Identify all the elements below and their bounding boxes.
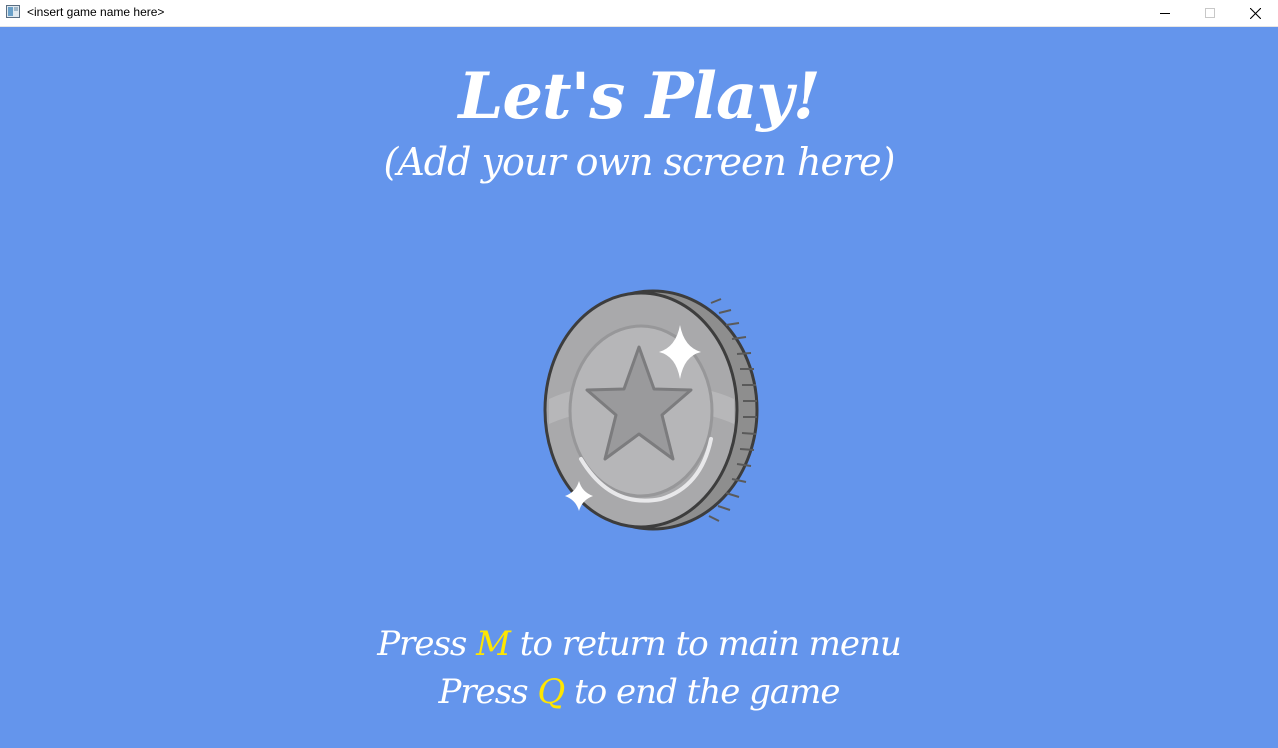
minimize-button[interactable] bbox=[1142, 0, 1187, 26]
instruction-suffix: to return to main menu bbox=[509, 624, 902, 664]
close-icon bbox=[1250, 7, 1261, 19]
instruction-prefix: Press bbox=[438, 672, 538, 712]
game-window: <insert game name here> Let's Play! (Add… bbox=[0, 0, 1278, 748]
maximize-icon bbox=[1204, 8, 1215, 18]
maximize-button[interactable] bbox=[1187, 0, 1232, 26]
minimize-icon bbox=[1159, 13, 1170, 14]
window-titlebar[interactable]: <insert game name here> bbox=[0, 0, 1278, 27]
instruction-suffix: to end the game bbox=[564, 672, 840, 712]
instruction-main-menu: Press M to return to main menu bbox=[0, 621, 1278, 667]
end-game-key-hint: Q bbox=[537, 672, 565, 712]
silver-coin-icon bbox=[543, 289, 759, 531]
game-canvas[interactable]: Let's Play! (Add your own screen here) P… bbox=[0, 27, 1278, 748]
screen-title: Let's Play! bbox=[458, 59, 820, 134]
screen-subtitle: (Add your own screen here) bbox=[383, 140, 896, 184]
main-menu-key-hint: M bbox=[476, 624, 511, 664]
window-title: <insert game name here> bbox=[27, 5, 165, 19]
close-button[interactable] bbox=[1233, 0, 1278, 26]
instruction-prefix: Press bbox=[377, 624, 477, 664]
app-window-icon bbox=[6, 5, 20, 18]
instruction-end-game: Press Q to end the game bbox=[0, 669, 1278, 715]
